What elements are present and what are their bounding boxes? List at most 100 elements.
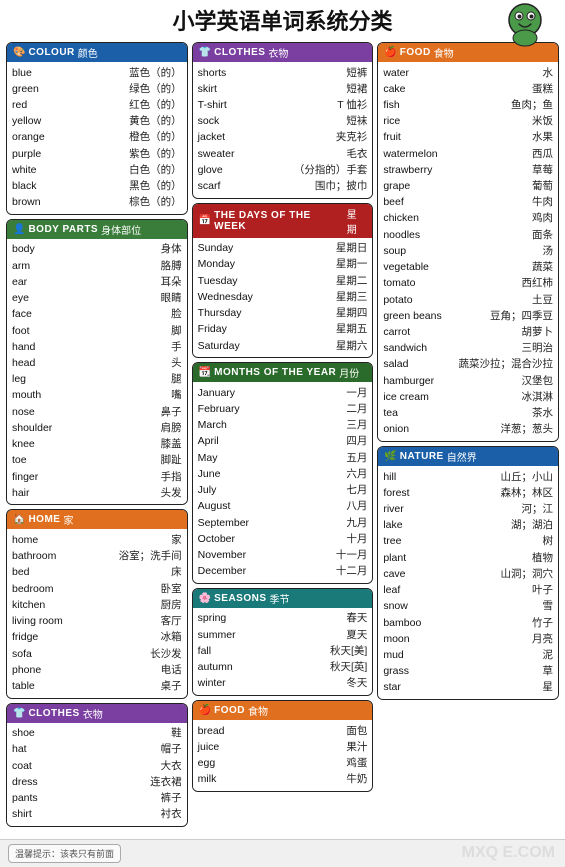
home-icon: 🏠 <box>13 514 25 525</box>
list-item: Wednesday星期三 <box>198 289 368 305</box>
word-english: bamboo <box>383 616 455 631</box>
word-chinese: 鸡蛋 <box>270 756 368 771</box>
word-chinese: 西红柿 <box>455 276 553 291</box>
list-item: soup汤 <box>383 243 553 259</box>
word-english: grape <box>383 179 455 194</box>
word-chinese: 黄色（的） <box>84 114 182 129</box>
word-chinese: 竹子 <box>455 616 553 631</box>
page: 小学英语单词系统分类 🎨 COLOUR 颜色 blue蓝色（的）green <box>0 0 565 867</box>
word-english: black <box>12 179 84 194</box>
word-english: foot <box>12 324 84 339</box>
list-item: forest森林；林区 <box>383 485 553 501</box>
word-english: leaf <box>383 583 455 598</box>
list-item: bamboo竹子 <box>383 615 553 631</box>
list-item: green绿色（的） <box>12 81 182 97</box>
word-english: milk <box>198 772 270 787</box>
word-english: December <box>198 564 270 579</box>
word-english: bed <box>12 565 84 580</box>
word-english: chicken <box>383 211 455 226</box>
word-english: green beans <box>383 309 455 324</box>
word-english: carrot <box>383 325 455 340</box>
word-chinese: 汤 <box>455 244 553 259</box>
word-english: salad <box>383 357 455 372</box>
word-english: toe <box>12 453 84 468</box>
word-chinese: 脸 <box>84 307 182 322</box>
word-english: fridge <box>12 630 84 645</box>
list-item: summer夏天 <box>198 627 368 643</box>
list-item: table桌子 <box>12 678 182 694</box>
list-item: pants裤子 <box>12 791 182 807</box>
list-item: red红色（的） <box>12 97 182 113</box>
word-english: snow <box>383 599 455 614</box>
word-chinese: 秋天[英] <box>270 660 368 675</box>
list-item: finger手指 <box>12 469 182 485</box>
list-item: shoe鞋 <box>12 726 182 742</box>
list-item: lake湖；湖泊 <box>383 518 553 534</box>
word-english: white <box>12 163 84 178</box>
list-item: April四月 <box>198 434 368 450</box>
list-item: river河；江 <box>383 501 553 517</box>
word-english: March <box>198 418 270 433</box>
word-english: dress <box>12 775 84 790</box>
word-chinese: 橙色（的） <box>84 130 182 145</box>
section-days-body: Sunday星期日Monday星期一Tuesday星期二Wednesday星期三… <box>193 238 373 358</box>
footer-hint: 温馨提示：该表只有前面 <box>8 844 121 863</box>
column-3: 🍎 FOOD 食物 water水cake蛋糕fish鱼肉；鱼rice米饭frui… <box>377 42 559 700</box>
section-nature: 🌿 NATURE 自然界 hill山丘；小山forest森林；林区river河；… <box>377 446 559 700</box>
word-chinese: 棕色（的） <box>84 195 182 210</box>
word-chinese: 三月 <box>270 418 368 433</box>
word-english: coat <box>12 759 84 774</box>
section-food1: 🍎 FOOD 食物 bread面包juice果汁egg鸡蛋milk牛奶 <box>192 700 374 792</box>
list-item: star星 <box>383 680 553 696</box>
list-item: black黑色（的） <box>12 179 182 195</box>
word-chinese: 土豆 <box>455 293 553 308</box>
word-english: bathroom <box>12 549 84 564</box>
list-item: hamburger汉堡包 <box>383 373 553 389</box>
word-english: ice cream <box>383 390 455 405</box>
word-english: moon <box>383 632 455 647</box>
word-english: tea <box>383 406 455 421</box>
word-chinese: 电话 <box>84 663 182 678</box>
word-english: living room <box>12 614 84 629</box>
word-english: spring <box>198 611 270 626</box>
section-months-header: 📆 MONTHS OF THE YEAR 月份 <box>193 363 373 382</box>
word-chinese: 蔬菜沙拉；混合沙拉 <box>455 357 553 372</box>
months-icon: 📆 <box>199 367 211 378</box>
list-item: blue蓝色（的） <box>12 65 182 81</box>
word-english: soup <box>383 244 455 259</box>
word-english: table <box>12 679 84 694</box>
word-chinese: 雪 <box>455 599 553 614</box>
word-chinese: 黑色（的） <box>84 179 182 194</box>
word-chinese: 冰箱 <box>84 630 182 645</box>
word-chinese: 水果 <box>455 130 553 145</box>
seasons-icon: 🌸 <box>199 593 211 604</box>
section-days-header: 📅 THE DAYS OF THE WEEK 星期 <box>193 204 373 238</box>
food1-icon: 🍎 <box>199 705 211 716</box>
word-chinese: 葡萄 <box>455 179 553 194</box>
list-item: arm胳膊 <box>12 258 182 274</box>
word-chinese: 六月 <box>270 467 368 482</box>
list-item: dress连衣裙 <box>12 774 182 790</box>
word-chinese: 草莓 <box>455 163 553 178</box>
word-english: sandwich <box>383 341 455 356</box>
section-seasons-header: 🌸 SEASONS 季节 <box>193 589 373 608</box>
list-item: August八月 <box>198 499 368 515</box>
list-item: February二月 <box>198 402 368 418</box>
word-english: yellow <box>12 114 84 129</box>
word-english: egg <box>198 756 270 771</box>
word-chinese: 二月 <box>270 402 368 417</box>
word-english: hat <box>12 742 84 757</box>
word-english: star <box>383 680 455 695</box>
word-english: home <box>12 533 84 548</box>
word-english: shirt <box>12 807 84 822</box>
list-item: kitchen厨房 <box>12 597 182 613</box>
section-home: 🏠 HOME 家 home家bathroom浴室；洗手间bed床bedroom卧… <box>6 509 188 698</box>
word-english: hamburger <box>383 374 455 389</box>
section-food1-body: bread面包juice果汁egg鸡蛋milk牛奶 <box>193 720 373 791</box>
section-colour-body: blue蓝色（的）green绿色（的）red红色（的）yellow黄色（的）or… <box>7 62 187 214</box>
list-item: salad蔬菜沙拉；混合沙拉 <box>383 357 553 373</box>
word-chinese: 一月 <box>270 386 368 401</box>
word-english: phone <box>12 663 84 678</box>
list-item: June六月 <box>198 466 368 482</box>
word-chinese: 大衣 <box>84 759 182 774</box>
